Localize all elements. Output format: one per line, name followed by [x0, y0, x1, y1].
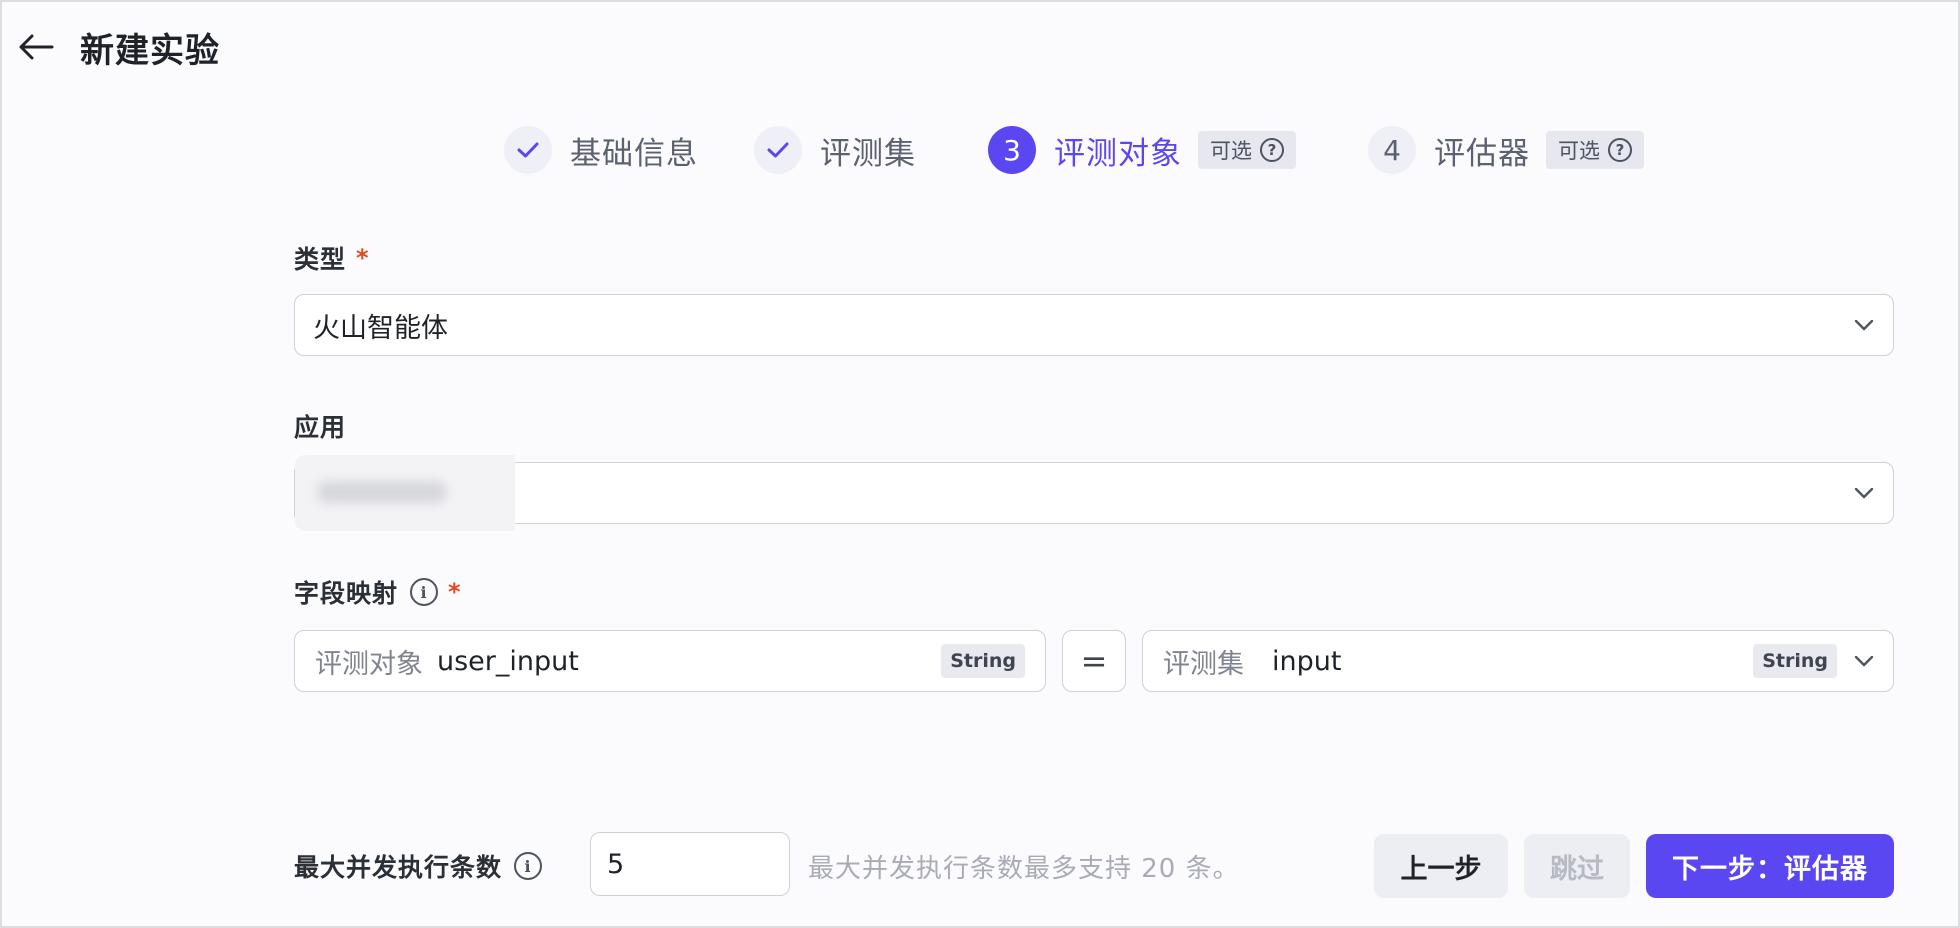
arrow-left-icon	[19, 34, 54, 60]
step-label: 基础信息	[570, 135, 698, 172]
optional-tag: 可选 ?	[1198, 131, 1296, 169]
back-button[interactable]	[14, 25, 58, 69]
page-header: 新建实验	[14, 22, 220, 72]
eval-set-field-prefix: 评测集	[1163, 648, 1244, 680]
eval-set-field-select[interactable]: 评测集 input String	[1142, 630, 1894, 692]
required-mark: *	[356, 244, 370, 272]
step-eval-target[interactable]: 3 评测对象 可选 ?	[988, 126, 1296, 174]
optional-text: 可选	[1210, 139, 1252, 163]
page-frame: 新建实验 基础信息 评测集 3 评测对象 可选 ? 4 评估器 可选 ? 类型 …	[0, 0, 1960, 928]
skip-button[interactable]: 跳过	[1524, 834, 1630, 898]
step-eval-set[interactable]: 评测集	[754, 126, 916, 174]
target-field-prefix: 评测对象	[315, 648, 423, 680]
type-select-value: 火山智能体	[313, 312, 448, 344]
app-label: 应用	[294, 408, 346, 444]
equals-sign: =	[1062, 630, 1126, 692]
step-label: 评测对象	[1054, 135, 1182, 172]
info-icon[interactable]: i	[514, 852, 543, 880]
eval-set-field-name: input	[1272, 645, 1342, 677]
chevron-down-icon	[1854, 487, 1874, 499]
type-label: 类型 *	[294, 240, 370, 276]
optional-tag: 可选 ?	[1546, 131, 1644, 169]
concurrency-value: 5	[607, 848, 625, 880]
prev-step-button[interactable]: 上一步	[1374, 834, 1508, 898]
step-number: 4	[1368, 126, 1416, 174]
required-mark: *	[448, 578, 462, 606]
app-select[interactable]	[294, 455, 1894, 531]
mapping-label-text: 字段映射	[294, 579, 399, 608]
optional-text: 可选	[1558, 139, 1600, 163]
concurrency-label-text: 最大并发执行条数	[294, 853, 503, 882]
target-field-box: 评测对象 user_input String	[294, 630, 1046, 692]
help-icon[interactable]: ?	[1260, 138, 1284, 162]
step-done-marker	[754, 126, 802, 174]
chevron-down-icon	[1854, 319, 1874, 331]
type-label-text: 类型	[294, 245, 347, 274]
step-evaluator[interactable]: 4 评估器 可选 ?	[1368, 126, 1644, 174]
chevron-down-icon	[1854, 655, 1874, 667]
info-icon[interactable]: i	[410, 578, 439, 606]
concurrency-label: 最大并发执行条数 i	[294, 848, 543, 884]
target-field-name: user_input	[437, 645, 579, 677]
concurrency-hint: 最大并发执行条数最多支持 20 条。	[808, 854, 1240, 884]
type-tag: String	[941, 644, 1025, 678]
step-label: 评测集	[820, 135, 916, 172]
app-label-text: 应用	[294, 413, 347, 442]
stepper: 基础信息 评测集 3 评测对象 可选 ? 4 评估器 可选 ?	[504, 124, 1644, 176]
check-icon	[517, 142, 539, 158]
redacted-app-value	[295, 455, 515, 531]
help-icon[interactable]: ?	[1608, 138, 1632, 162]
page-title: 新建实验	[80, 30, 220, 71]
step-basic-info[interactable]: 基础信息	[504, 126, 698, 174]
step-label: 评估器	[1434, 135, 1530, 172]
mapping-label: 字段映射 i *	[294, 574, 462, 610]
next-step-button[interactable]: 下一步：评估器	[1646, 834, 1894, 898]
step-done-marker	[504, 126, 552, 174]
type-tag: String	[1753, 644, 1837, 678]
type-select[interactable]: 火山智能体	[294, 294, 1894, 356]
check-icon	[767, 142, 789, 158]
concurrency-input[interactable]: 5	[590, 832, 790, 896]
step-number: 3	[988, 126, 1036, 174]
